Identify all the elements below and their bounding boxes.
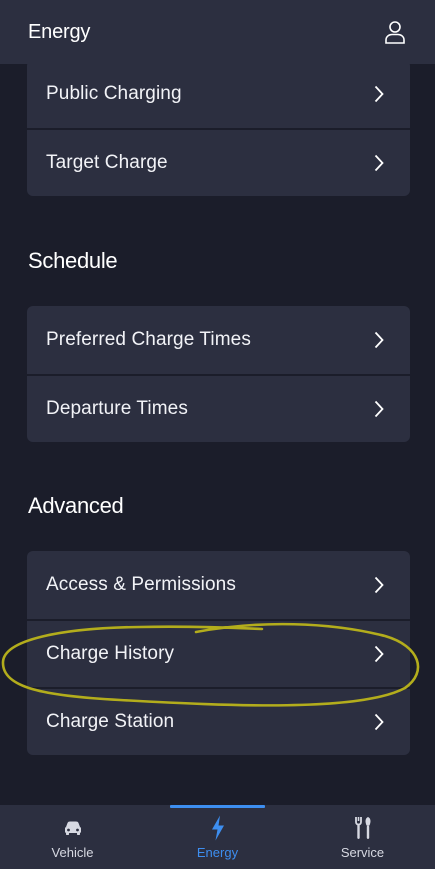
- advanced-group: Access & Permissions Charge History Char…: [27, 551, 410, 755]
- chevron-right-icon: [372, 85, 386, 103]
- row-label: Public Charging: [46, 83, 182, 104]
- chevron-right-icon: [372, 576, 386, 594]
- tab-energy[interactable]: Energy: [145, 805, 290, 869]
- tab-service[interactable]: Service: [290, 805, 435, 869]
- chevron-right-icon: [372, 713, 386, 731]
- row-label: Departure Times: [46, 398, 188, 419]
- row-label: Preferred Charge Times: [46, 329, 251, 350]
- user-icon[interactable]: [383, 20, 407, 44]
- bottom-tab-bar: Vehicle Energy Service: [0, 805, 435, 869]
- tab-label: Energy: [196, 845, 239, 860]
- car-icon: [64, 816, 82, 840]
- chevron-right-icon: [372, 154, 386, 172]
- charge-history-row[interactable]: Charge History: [27, 619, 410, 687]
- public-charging-row[interactable]: Public Charging: [27, 64, 410, 128]
- row-label: Charge Station: [46, 711, 175, 732]
- page-title: Energy: [28, 20, 91, 43]
- tab-vehicle[interactable]: Vehicle: [0, 805, 145, 869]
- tools-icon: [353, 816, 373, 840]
- preferred-charge-times-row[interactable]: Preferred Charge Times: [27, 306, 410, 374]
- target-charge-row[interactable]: Target Charge: [27, 128, 410, 196]
- app-header: Energy: [0, 0, 435, 64]
- access-permissions-row[interactable]: Access & Permissions: [27, 551, 410, 619]
- chevron-right-icon: [372, 400, 386, 418]
- section-title-schedule: Schedule: [28, 248, 118, 273]
- row-label: Charge History: [46, 643, 175, 664]
- tab-label: Service: [340, 845, 385, 860]
- chevron-right-icon: [372, 331, 386, 349]
- row-label: Access & Permissions: [46, 574, 236, 595]
- tab-label: Vehicle: [51, 845, 94, 860]
- charging-group: Public Charging Target Charge: [27, 64, 410, 196]
- energy-settings-list[interactable]: Public Charging Target Charge Schedule P…: [0, 64, 435, 805]
- charge-station-row[interactable]: Charge Station: [27, 687, 410, 755]
- section-title-advanced: Advanced: [28, 493, 124, 518]
- schedule-group: Preferred Charge Times Departure Times: [27, 306, 410, 442]
- chevron-right-icon: [372, 645, 386, 663]
- row-label: Target Charge: [46, 152, 168, 173]
- lightning-bolt-icon: [210, 815, 226, 841]
- departure-times-row[interactable]: Departure Times: [27, 374, 410, 442]
